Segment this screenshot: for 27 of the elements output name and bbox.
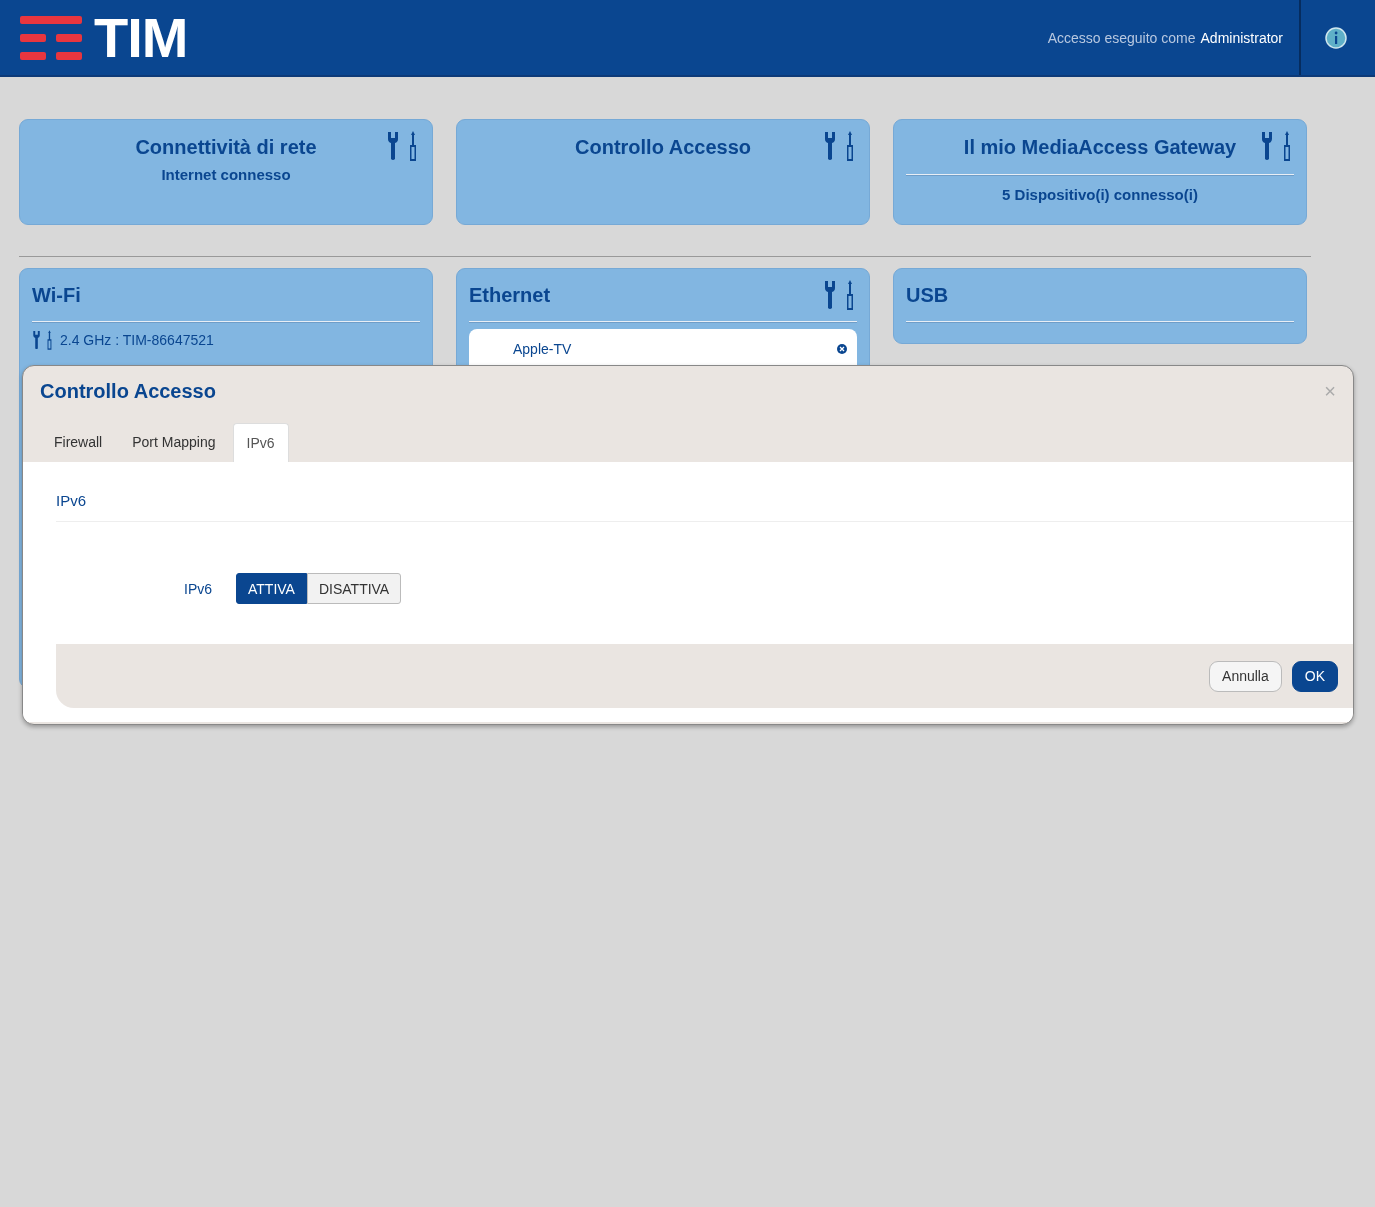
card-title[interactable]: Connettività di rete: [135, 135, 317, 159]
card-subtitle: 5 Dispositivo(i) connesso(i): [1001, 186, 1199, 203]
toggle-option[interactable]: ATTIVA: [236, 573, 307, 604]
card-subtitle: Internet connesso: [160, 166, 292, 183]
device-name[interactable]: Apple-TV: [513, 341, 572, 357]
tab[interactable]: Port Mapping: [119, 423, 229, 462]
cancel-button[interactable]: Annulla: [1209, 660, 1282, 692]
card-title[interactable]: Ethernet: [469, 283, 551, 307]
card-title[interactable]: USB: [906, 283, 949, 307]
tab[interactable]: Firewall: [41, 423, 116, 462]
tools-icon[interactable]: [32, 329, 54, 351]
dialog-title: Controllo Accesso: [40, 380, 216, 403]
tab[interactable]: IPv6: [232, 423, 289, 462]
info-icon[interactable]: [1325, 26, 1347, 49]
ok-button[interactable]: OK: [1291, 660, 1338, 692]
field-label: IPv6: [184, 580, 213, 597]
logo-text: TIM: [94, 9, 188, 66]
remove-icon[interactable]: [837, 344, 847, 354]
login-user: Administrator: [1200, 29, 1283, 46]
section-title: IPv6: [56, 492, 1353, 522]
wifi-network: 2.4 GHz : TIM-86647521: [60, 332, 214, 348]
card-title[interactable]: Wi-Fi: [32, 283, 81, 307]
card-title[interactable]: Il mio MediaAccess Gateway: [963, 135, 1237, 159]
login-label: Accesso eseguito come: [1047, 29, 1196, 46]
toggle-option[interactable]: DISATTIVA: [306, 573, 402, 604]
logo-bars-icon: [20, 15, 82, 60]
card-title[interactable]: Controllo Accesso: [575, 135, 751, 159]
